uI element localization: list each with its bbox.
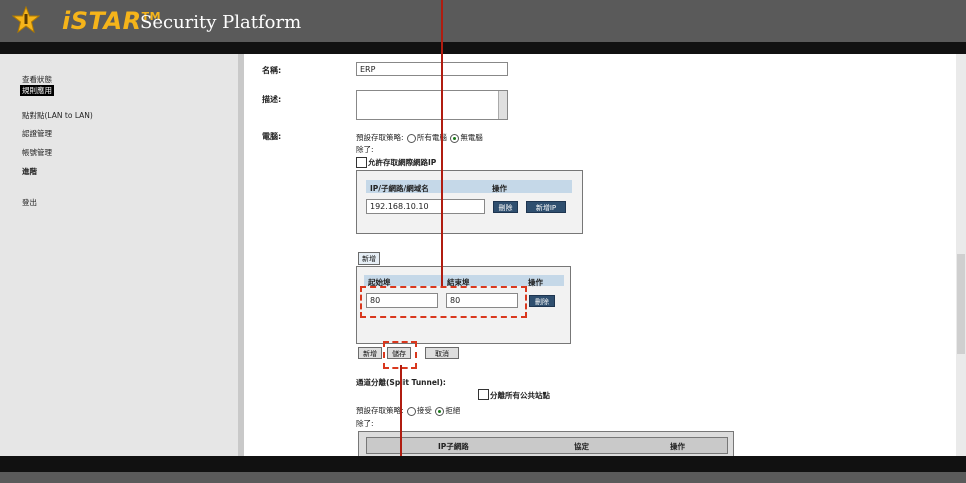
split-except-label: 除了:: [356, 419, 374, 428]
ip-column-header: IP/子網路/網域名: [370, 184, 429, 193]
ip-delete-button[interactable]: 刪除: [493, 201, 518, 213]
host-policy-opt2-label: 無電腦: [460, 133, 483, 142]
platform-title: Security Platform: [140, 12, 302, 33]
split-opt2-label: 拒絕: [445, 406, 461, 415]
main-content: [244, 54, 956, 456]
sidebar-item-accounts[interactable]: 帳號管理: [22, 147, 52, 158]
radio-accept[interactable]: [406, 406, 416, 416]
split-policy-prefix: 預設存取策略:: [356, 406, 404, 415]
footer-strip: [0, 472, 966, 483]
action-column-header: 操作: [670, 442, 685, 451]
app-header: iSTARTM Security Platform: [0, 0, 966, 42]
description-textarea[interactable]: [356, 90, 508, 120]
split-opt1-label: 接受: [416, 406, 432, 415]
sidebar-item-rules[interactable]: 規則應用: [20, 85, 54, 96]
cancel-button[interactable]: 取消: [425, 347, 459, 359]
name-label: 名稱:: [262, 66, 282, 75]
port-delete-button[interactable]: 刪除: [529, 295, 555, 307]
sidebar-item-lan-to-lan[interactable]: 點對點(LAN to LAN): [22, 110, 93, 121]
port-highlight-box: [360, 286, 527, 318]
brand-text: iSTAR: [62, 7, 142, 35]
split-policy: 預設存取策略: 接受 拒絕: [356, 405, 460, 416]
subnet-column-header: IP子網路: [438, 442, 469, 451]
ip-action-header: 操作: [492, 184, 507, 193]
add-button[interactable]: 新增: [358, 347, 382, 359]
radio-all-hosts[interactable]: [406, 133, 416, 143]
sidebar: 查看狀態 規則應用 點對點(LAN to LAN) 認證管理 帳號管理 進階 登…: [0, 54, 238, 456]
protocol-column-header: 協定: [574, 442, 589, 451]
callout-line-top: [441, 0, 443, 286]
header-bar: 說明: [0, 42, 966, 96]
sidebar-item-advanced[interactable]: 進階: [22, 166, 37, 177]
host-policy: 預設存取策略: 所有電腦 無電腦: [356, 132, 483, 143]
add-ip-button[interactable]: 新增IP: [526, 201, 566, 213]
allow-access-checkbox[interactable]: [356, 157, 367, 168]
star-logo-icon: [12, 6, 40, 34]
page-scrollbar[interactable]: [956, 54, 966, 456]
textarea-scrollbar[interactable]: [498, 91, 507, 119]
allow-access-label: 允許存取網際網路IP: [368, 158, 437, 167]
ip-input[interactable]: 192.168.10.10: [366, 199, 485, 214]
host-policy-prefix: 預設存取策略:: [356, 133, 404, 142]
port-action-header: 操作: [528, 278, 543, 287]
host-label: 電腦:: [262, 132, 282, 141]
sidebar-item-logout[interactable]: 登出: [22, 197, 37, 208]
sidebar-item-auth[interactable]: 認證管理: [22, 128, 52, 139]
scroll-thumb[interactable]: [957, 254, 965, 354]
sidebar-item-status[interactable]: 查看狀態: [22, 74, 52, 85]
radio-reject[interactable]: [435, 406, 445, 416]
radio-no-hosts[interactable]: [450, 133, 460, 143]
name-input[interactable]: ERP: [356, 62, 508, 76]
tab-add-port[interactable]: 新增: [358, 252, 380, 265]
split-all-public-label: 分離所有公共站點: [490, 391, 550, 400]
split-all-public-checkbox[interactable]: [478, 389, 489, 400]
footer-bar: [0, 456, 966, 472]
except-label: 除了:: [356, 145, 374, 154]
description-label: 描述:: [262, 95, 282, 104]
